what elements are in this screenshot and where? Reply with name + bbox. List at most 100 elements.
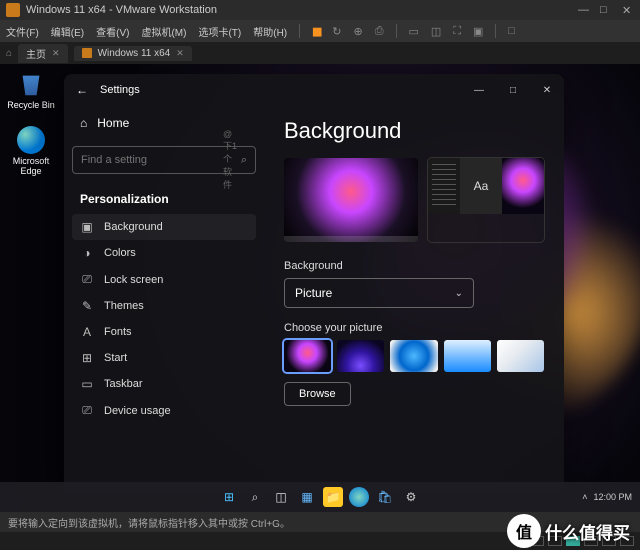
edge-button[interactable]: [349, 487, 369, 507]
choose-picture-label: Choose your picture: [284, 322, 544, 334]
nav-label: Lock screen: [104, 274, 163, 286]
sidebar-item-device-usage[interactable]: ⎚Device usage: [72, 397, 256, 424]
vmware-tabs: ⌂ 主页 ✕ Windows 11 x64 ✕: [0, 42, 640, 64]
toolbar-btn[interactable]: ⎙: [375, 25, 384, 38]
vmware-titlebar: Windows 11 x64 - VMware Workstation — □ …: [0, 0, 640, 20]
taskview-button[interactable]: ◫: [271, 487, 291, 507]
nav-label: Background: [104, 221, 163, 233]
browse-button[interactable]: Browse: [284, 382, 351, 406]
tab-label: Windows 11 x64: [98, 48, 171, 59]
windows-desktop[interactable]: Recycle Bin Microsoft Edge ← Settings — …: [0, 64, 640, 512]
maximize-button[interactable]: □: [496, 74, 530, 106]
recycle-bin-icon: [17, 70, 45, 98]
tab-label: 主页: [26, 46, 46, 61]
menu-vm[interactable]: 虚拟机(M): [141, 24, 186, 39]
widgets-button[interactable]: ▦: [297, 487, 317, 507]
sidebar-item-taskbar[interactable]: ▭ Taskbar: [72, 371, 256, 397]
vmware-title: Windows 11 x64 - VMware Workstation: [26, 4, 217, 16]
picture-thumb-1[interactable]: [284, 340, 331, 372]
toolbar-btn[interactable]: ▣: [473, 25, 483, 38]
vmware-menubar: 文件(F) 编辑(E) 查看(V) 虚拟机(M) 选项卡(T) 帮助(H) ▮▮…: [0, 20, 640, 42]
watermark: 值 什么值得买: [507, 514, 630, 548]
tab-close-icon[interactable]: ✕: [176, 48, 184, 59]
toolbar-btn[interactable]: ⛶: [453, 25, 461, 38]
desktop-icon-edge[interactable]: Microsoft Edge: [6, 126, 56, 176]
icon-label: Recycle Bin: [7, 100, 55, 110]
menu-help[interactable]: 帮助(H): [253, 24, 287, 39]
edge-icon: [17, 126, 45, 154]
search-field[interactable]: [81, 154, 223, 166]
dropdown-value: Picture: [295, 286, 332, 300]
minimize-icon[interactable]: —: [578, 4, 590, 16]
sidebar-item-start[interactable]: ⊞Start: [72, 345, 256, 371]
nav-icon: ◑: [80, 246, 94, 260]
explorer-button[interactable]: 📁: [323, 487, 343, 507]
picture-thumb-5[interactable]: [497, 340, 544, 372]
menu-tabs[interactable]: 选项卡(T): [198, 24, 241, 39]
search-button[interactable]: ⌕: [245, 487, 265, 507]
preview-accent: [502, 158, 544, 214]
home-icon[interactable]: ⌂: [6, 48, 12, 59]
settings-title: Settings: [100, 84, 140, 96]
toolbar-btn[interactable]: ◫: [431, 25, 441, 38]
store-button[interactable]: 🛍: [375, 487, 395, 507]
watermark-badge: 值: [507, 514, 541, 548]
tab-close-icon[interactable]: ✕: [52, 48, 60, 59]
home-label: Home: [97, 116, 129, 130]
desktop-preview: [284, 158, 418, 242]
category-title: Personalization: [72, 184, 256, 212]
maximize-icon[interactable]: □: [600, 4, 612, 16]
menu-view[interactable]: 查看(V): [96, 24, 129, 39]
windows-taskbar[interactable]: ⊞ ⌕ ◫ ▦ 📁 🛍 ⚙ ˄ 12:00 PM: [0, 482, 640, 512]
page-heading: Background: [284, 118, 544, 144]
nav-label: Colors: [104, 247, 136, 259]
desktop-icon-recycle-bin[interactable]: Recycle Bin: [6, 70, 56, 110]
vmware-icon: [6, 3, 20, 17]
picture-thumbnails: [284, 340, 544, 372]
settings-button[interactable]: ⚙: [401, 487, 421, 507]
toolbar-btn[interactable]: □: [508, 25, 515, 37]
theme-preview: Aa: [428, 158, 544, 242]
toolbar-btn[interactable]: ⊕: [353, 25, 362, 38]
nav-label: Themes: [104, 300, 144, 312]
toolbar-btn[interactable]: ▭: [409, 25, 419, 38]
search-hint: @下1个软件: [223, 129, 241, 191]
home-icon: ⌂: [80, 116, 87, 130]
tab-vm[interactable]: Windows 11 x64 ✕: [74, 46, 192, 61]
toolbar-btn[interactable]: ↻: [332, 25, 341, 38]
nav-icon: A: [80, 325, 94, 339]
settings-titlebar[interactable]: ← Settings — □ ✕: [64, 74, 564, 106]
tray-chevron-icon[interactable]: ˄: [582, 492, 587, 502]
nav-icon: ⊞: [80, 351, 94, 365]
search-input[interactable]: @下1个软件 ⌕: [72, 146, 256, 174]
close-button[interactable]: ✕: [530, 74, 564, 106]
sidebar-item-fonts[interactable]: AFonts: [72, 319, 256, 345]
sidebar-item-background[interactable]: ▣Background: [72, 214, 256, 240]
close-icon[interactable]: ✕: [622, 4, 634, 16]
watermark-text: 什么值得买: [545, 519, 630, 544]
tab-home[interactable]: 主页 ✕: [18, 44, 68, 63]
menu-edit[interactable]: 编辑(E): [51, 24, 84, 39]
menu-file[interactable]: 文件(F): [6, 24, 39, 39]
nav-label: Device usage: [104, 405, 171, 417]
search-icon[interactable]: ⌕: [241, 154, 247, 167]
sidebar-item-themes[interactable]: ✎ Themes: [72, 293, 256, 319]
nav-icon: ⎚: [80, 272, 94, 287]
system-tray[interactable]: ˄ 12:00 PM: [582, 492, 632, 502]
nav-icon: ▭: [80, 377, 94, 391]
background-preview: Aa: [284, 158, 544, 242]
vm-icon: [82, 48, 92, 58]
start-button[interactable]: ⊞: [219, 487, 239, 507]
nav-icon: ✎: [80, 299, 94, 313]
picture-thumb-3[interactable]: [390, 340, 437, 372]
picture-thumb-4[interactable]: [444, 340, 491, 372]
background-label: Background: [284, 260, 544, 272]
sidebar-item-colors[interactable]: ◑ Colors: [72, 240, 256, 266]
sidebar-item-lock-screen[interactable]: ⎚ Lock screen: [72, 266, 256, 293]
picture-thumb-2[interactable]: [337, 340, 384, 372]
background-dropdown[interactable]: Picture ⌄: [284, 278, 474, 308]
minimize-button[interactable]: —: [462, 74, 496, 106]
back-icon[interactable]: ←: [64, 83, 100, 97]
pause-icon[interactable]: ▮▮: [312, 25, 320, 38]
nav-label: Taskbar: [104, 378, 143, 390]
